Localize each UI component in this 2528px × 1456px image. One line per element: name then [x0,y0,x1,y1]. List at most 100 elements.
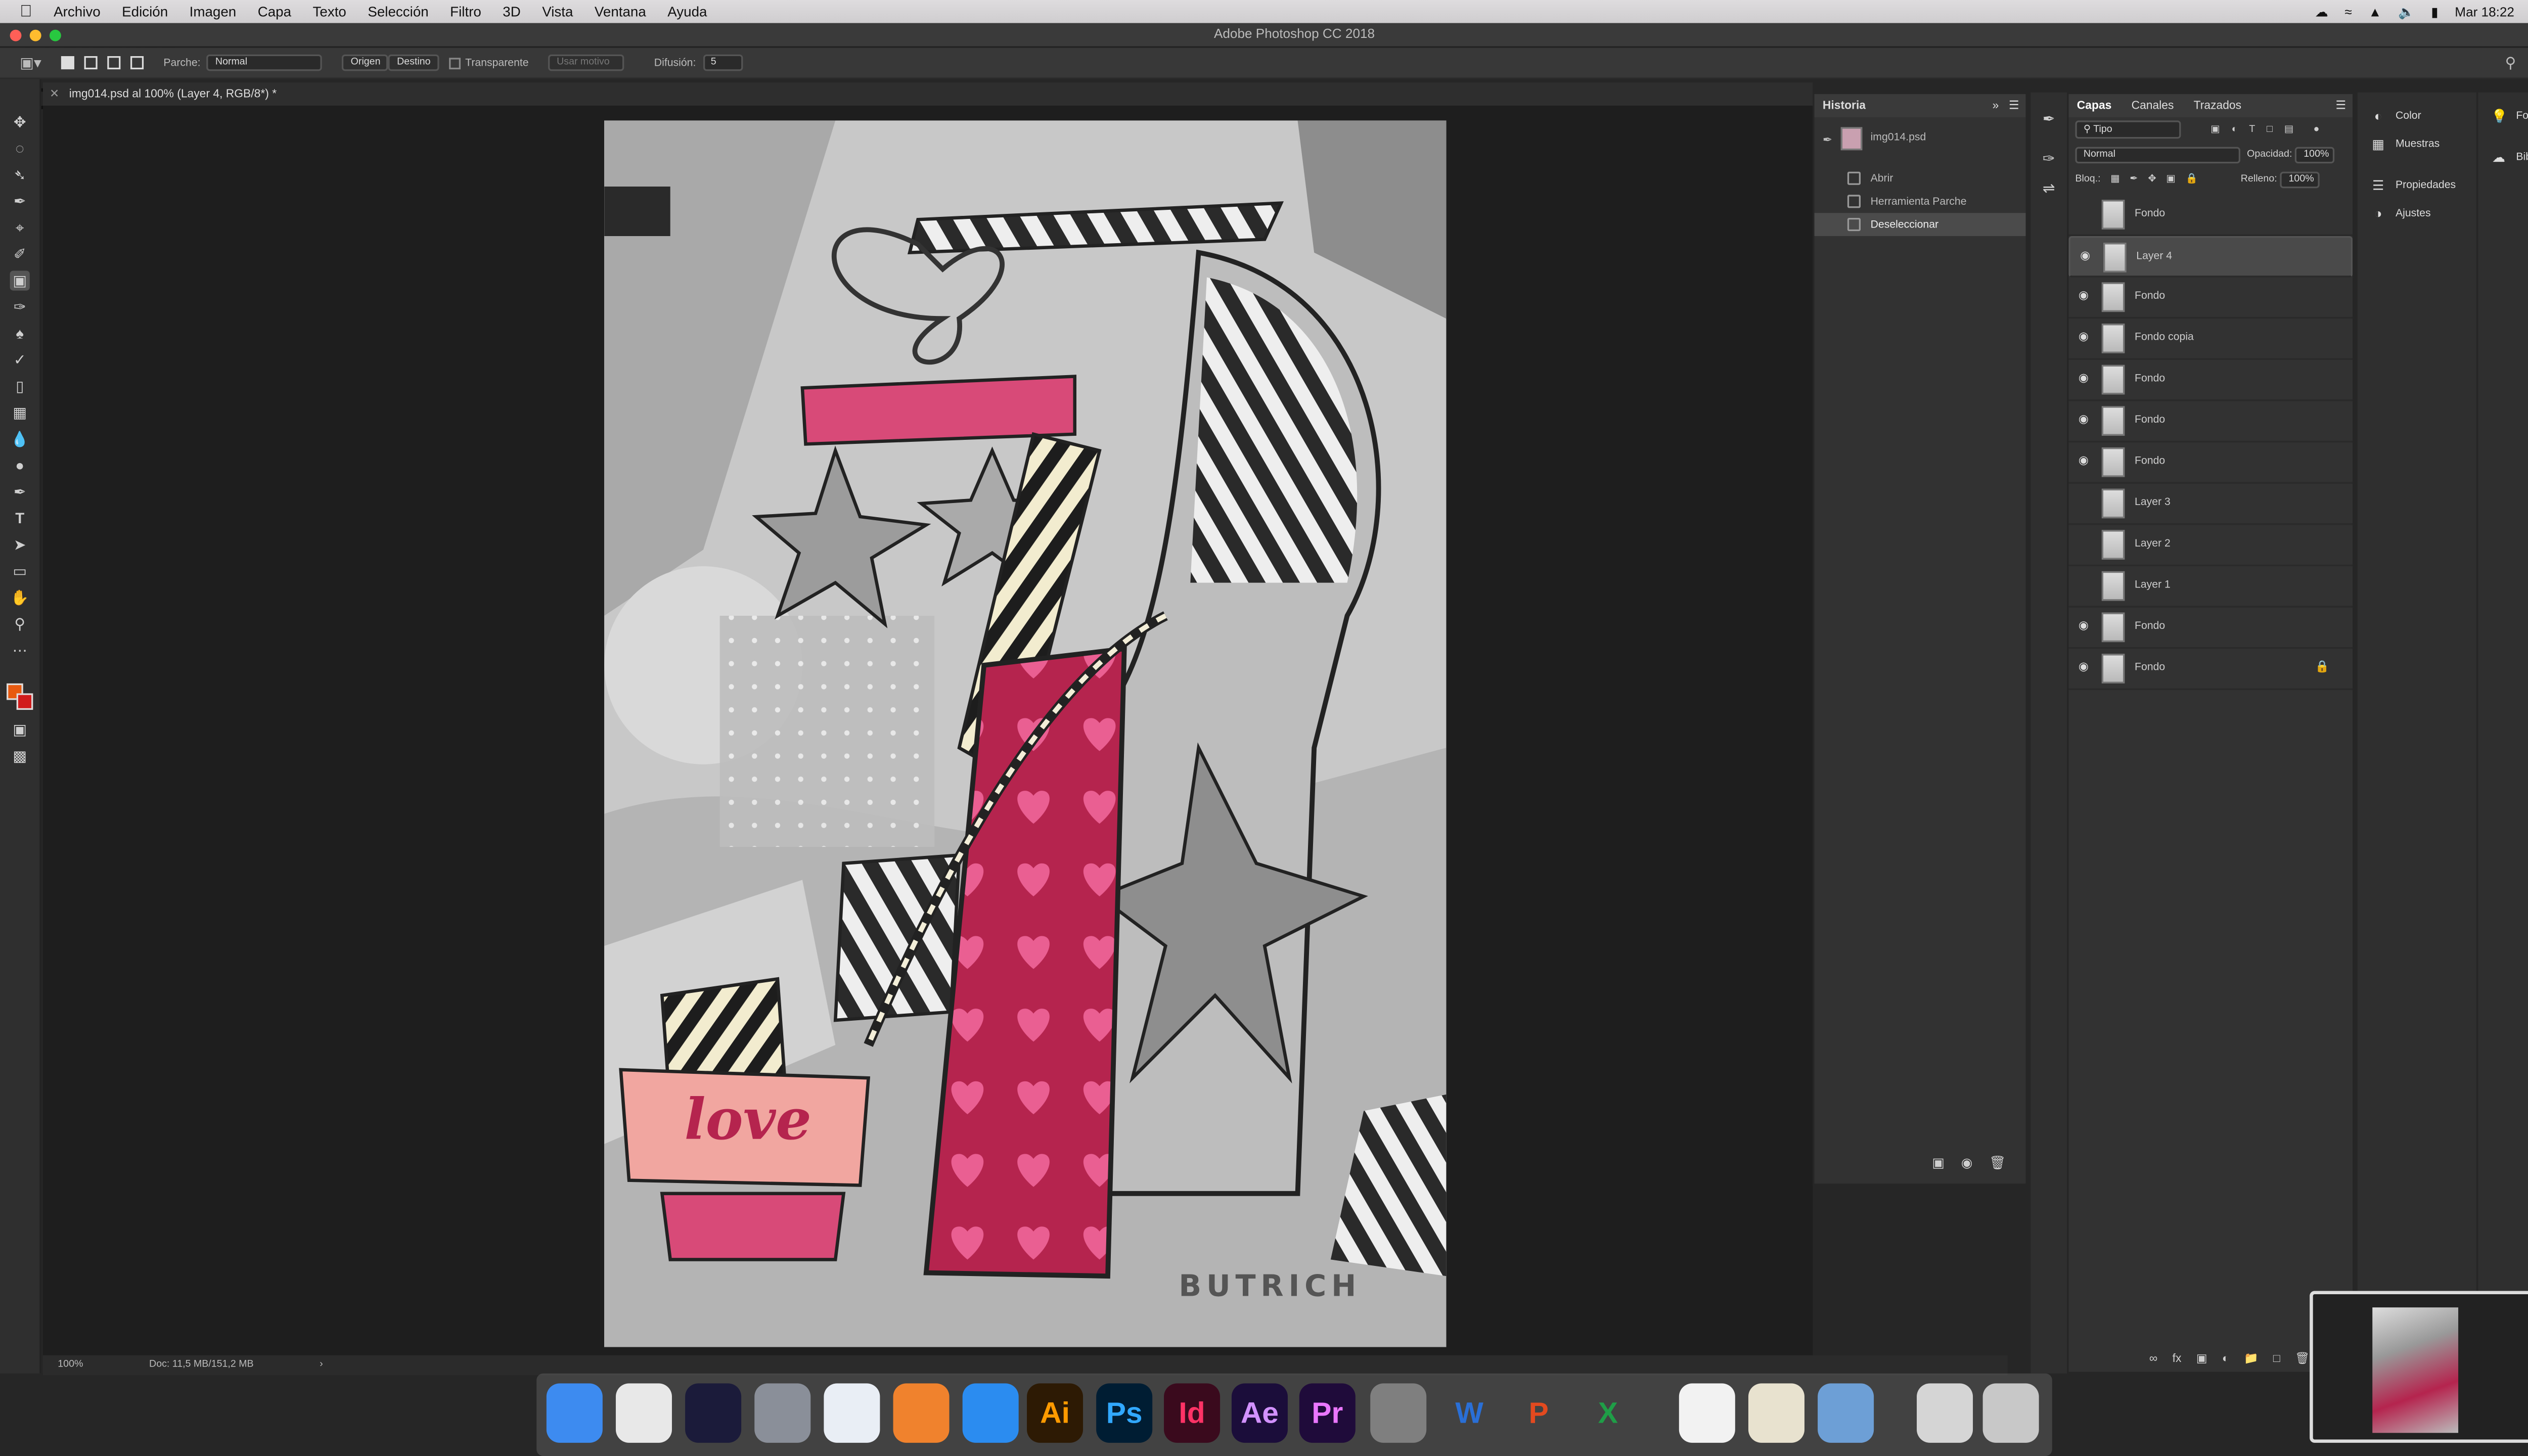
new-group-icon[interactable]: 📁 [2244,1352,2258,1366]
fill-input[interactable]: 100% [2280,170,2320,188]
panel-bibliotecas[interactable]: ☁ Bibliotecas [2478,144,2528,172]
layer-row[interactable]: Layer 3 [2068,484,2353,525]
chrome-icon[interactable] [615,1383,672,1443]
safari-icon[interactable] [824,1383,880,1443]
layer-row[interactable]: Layer 2 [2068,525,2353,567]
menu-3d[interactable]: 3D [503,4,521,20]
photos-icon[interactable] [1679,1383,1735,1443]
tab-canales[interactable]: Canales [2132,100,2174,112]
menu-edicion[interactable]: Edición [122,4,168,20]
filter-pixel-icon[interactable]: ▣ [2210,124,2220,135]
premiere-icon[interactable]: Pr [1299,1383,1356,1443]
delete-layer-icon[interactable]: 🗑 [2295,1352,2310,1366]
panel-menu-icon[interactable]: ☰ [2009,99,2019,112]
visibility-eye-icon[interactable] [2075,538,2092,551]
intersect-selection-icon[interactable] [130,56,144,70]
pen-tool-icon[interactable]: ✒ [10,482,30,502]
crop-tool-icon[interactable]: ⌖ [10,218,30,238]
quick-mask-icon[interactable]: ▣ [10,720,30,740]
wifi-icon[interactable]: ≈ [2345,4,2352,19]
subtract-selection-icon[interactable] [107,56,121,70]
zoom-tool-icon[interactable]: ⚲ [10,614,30,634]
filter-toggle-icon[interactable]: ● [2314,125,2320,135]
lasso-tool-icon[interactable]: ➴ [10,165,30,185]
clone-source-icon[interactable]: ⇌ [2039,178,2059,198]
menu-seleccion[interactable]: Selección [368,4,428,20]
layer-row[interactable]: ◉ Fondo [2068,360,2353,401]
hand-tool-icon[interactable]: ✋ [10,587,30,607]
lock-position-icon[interactable]: ✥ [2148,173,2156,185]
tab-capas[interactable]: Capas [2077,100,2112,112]
menu-imagen[interactable]: Imagen [190,4,237,20]
screen-mode-icon[interactable]: ▩ [10,746,30,766]
layer-row[interactable]: ◉ Fondo [2068,442,2353,484]
layer-filter-select[interactable]: ⚲ Tipo [2075,120,2181,139]
panel-formacion[interactable]: 💡 Formación [2478,102,2528,130]
stamp-tool-icon[interactable]: ♠ [10,324,30,343]
preview-icon[interactable] [1818,1383,1874,1443]
history-tab[interactable]: Historia [1823,100,1866,112]
menu-ayuda[interactable]: Ayuda [667,4,707,20]
history-step[interactable]: Abrir [1815,167,2026,190]
word-icon[interactable]: W [1441,1383,1498,1443]
collapse-icon[interactable]: » [1993,100,1999,112]
battery-icon[interactable]: ▮ [2431,4,2438,19]
lock-all-icon[interactable]: 🔒 [2185,173,2197,185]
visibility-eye-icon[interactable]: ◉ [2075,373,2092,386]
screen-thumbnail[interactable] [2310,1291,2528,1443]
menu-vista[interactable]: Vista [542,4,573,20]
trash-icon[interactable] [1982,1383,2039,1443]
add-mask-icon[interactable]: ▣ [2196,1352,2207,1366]
filter-adjust-icon[interactable]: ◐ [2232,125,2238,135]
lock-artboard-icon[interactable]: ▣ [2166,173,2176,185]
add-selection-icon[interactable] [84,56,98,70]
opacity-input[interactable]: 100% [2295,146,2335,163]
move-tool-icon[interactable]: ✥ [10,112,30,132]
indesign-icon[interactable]: Id [1164,1383,1221,1443]
finder-icon[interactable] [546,1383,603,1443]
lock-transparency-icon[interactable]: ▦ [2110,173,2120,185]
powerpoint-icon[interactable]: P [1511,1383,1567,1443]
difusion-select[interactable]: 5 [702,54,742,71]
airplay-icon[interactable]: ▲ [2369,4,2382,19]
textedit-icon[interactable] [1748,1383,1804,1443]
marquee-tool-icon[interactable]: ◌ [10,139,30,158]
patch-tool-icon[interactable]: ▣ [10,270,30,291]
filter-shape-icon[interactable]: □ [2267,125,2273,135]
document-tab[interactable]: img014.psd al 100% (Layer 4, RGB/8*) * [69,88,277,100]
systemprefs-icon[interactable] [1370,1383,1427,1443]
clock[interactable]: Mar 18:22 [2455,4,2514,19]
delete-state-icon[interactable]: 🗑 [1989,1156,2006,1170]
patch-tool-preset-icon[interactable]: ▣▾ [20,54,41,72]
destino-button[interactable]: Destino [388,54,439,71]
brush-settings-icon[interactable]: ✒ [2039,109,2059,129]
visibility-eye-icon[interactable]: ◉ [2075,662,2092,675]
filter-type-icon[interactable]: T [2249,125,2255,135]
volume-icon[interactable]: 🔈 [2398,4,2415,19]
history-snapshot[interactable]: ✒ img014.psd [1815,124,2026,157]
brush-preset-icon[interactable]: ✑ [2039,149,2059,168]
firefox-icon[interactable] [893,1383,950,1443]
appstore-icon[interactable] [962,1383,1019,1443]
visibility-eye-icon[interactable] [2075,579,2092,593]
document-stack-icon[interactable] [1917,1383,1973,1443]
menu-ventana[interactable]: Ventana [595,4,646,20]
type-tool-icon[interactable]: T [10,509,30,528]
illustrator-icon[interactable]: Ai [1027,1383,1084,1443]
blend-mode-select[interactable]: Normal [2075,146,2241,163]
visibility-eye-icon[interactable] [2075,497,2092,510]
launchpad-icon[interactable] [754,1383,811,1443]
visibility-eye-icon[interactable]: ◉ [2075,456,2092,469]
history-step[interactable]: Herramienta Parche [1815,190,2026,213]
panel-ajustes[interactable]: ◑ Ajustes [2358,200,2476,228]
panel-color[interactable]: ◐ Color [2358,102,2476,130]
search-icon[interactable]: ⚲ [2505,55,2516,73]
more-tools-icon[interactable]: ⋯ [10,641,30,660]
document-canvas[interactable]: love BUTRICH [604,120,1447,1347]
brush-tool-icon[interactable]: ✑ [10,297,30,317]
new-adjustment-icon[interactable]: ◐ [2222,1353,2229,1364]
layer-row[interactable]: ◉ Layer 4 [2068,236,2353,278]
eyedropper-tool-icon[interactable]: ✐ [10,244,30,264]
layer-row[interactable]: ◉ Fondo [2068,608,2353,649]
visibility-eye-icon[interactable]: ◉ [2075,291,2092,304]
